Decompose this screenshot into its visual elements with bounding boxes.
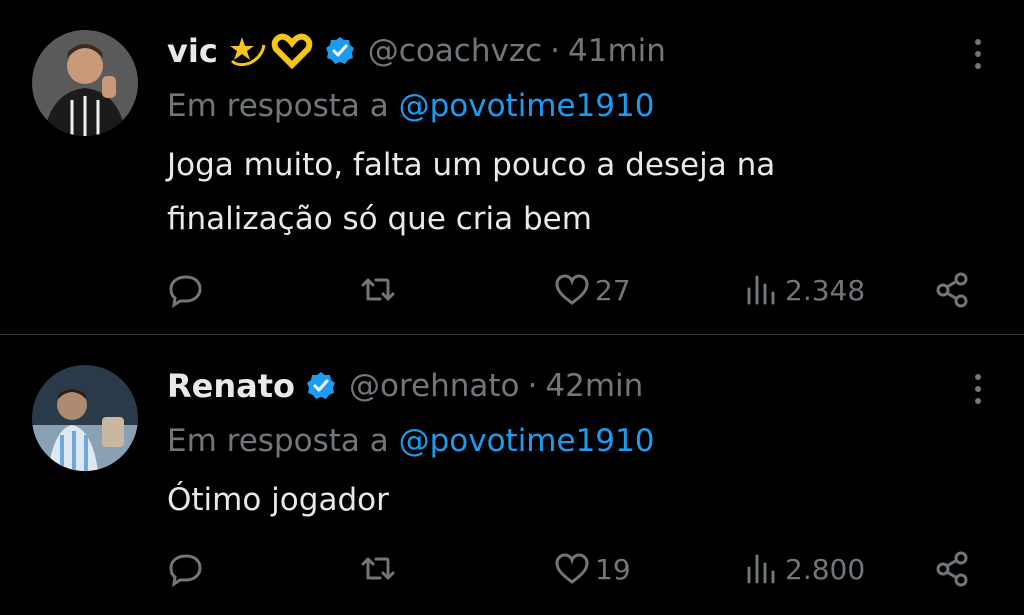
action-bar: 27 2.348: [167, 268, 987, 312]
reply-button[interactable]: [167, 271, 205, 309]
reply-context: Em resposta a @povotime1910: [167, 419, 984, 463]
heart-hands-icon: [271, 33, 313, 70]
tweet-text: Ótimo jogador: [167, 473, 984, 527]
reply-icon: [169, 554, 202, 588]
separator-dot: ·: [527, 368, 538, 404]
dizzy-star-icon: [229, 37, 266, 67]
like-button[interactable]: 27: [553, 271, 631, 309]
reply-button[interactable]: [167, 550, 205, 588]
share-icon: [936, 551, 968, 587]
more-icon[interactable]: [970, 371, 986, 407]
tweet-text: Joga muito, falta um pouco a deseja na f…: [167, 138, 984, 246]
tweet-text-line: Ótimo jogador: [167, 482, 389, 518]
views-button[interactable]: 2.800: [743, 550, 865, 588]
display-name[interactable]: Renato: [167, 367, 295, 405]
more-icon[interactable]: [970, 36, 986, 72]
reply-mention-link[interactable]: @povotime1910: [399, 88, 655, 124]
verified-badge-icon: [307, 372, 335, 399]
tweet-text-line: finalização só que cria bem: [167, 201, 592, 237]
tweet-text-line: Joga muito, falta um pouco a deseja na: [167, 147, 776, 183]
action-bar: 19 2.800: [167, 547, 987, 591]
timestamp[interactable]: 41min: [568, 33, 666, 69]
display-name[interactable]: vic: [167, 32, 218, 70]
user-handle[interactable]: @coachvzc: [368, 33, 542, 69]
verified-badge-icon: [325, 37, 354, 64]
like-count: 19: [595, 552, 631, 586]
reply-icon: [169, 275, 202, 309]
reply-prefix: Em resposta a: [167, 423, 399, 459]
like-icon: [555, 274, 589, 305]
views-icon: [747, 554, 775, 584]
retweet-button[interactable]: [359, 271, 397, 309]
avatar[interactable]: [32, 30, 138, 136]
like-button[interactable]: 19: [553, 550, 631, 588]
user-handle[interactable]: @orehnato: [349, 368, 520, 404]
separator-dot: ·: [550, 33, 561, 69]
avatar[interactable]: [32, 365, 138, 471]
views-button[interactable]: 2.348: [743, 271, 865, 309]
tweet[interactable]: Renato @orehnato · 42min Em resposta a @…: [0, 334, 1024, 615]
tweet[interactable]: vic @coachvzc · 41min Em resposta a @pov…: [0, 0, 1024, 334]
retweet-icon: [361, 278, 395, 301]
timestamp[interactable]: 42min: [545, 368, 643, 404]
views-icon: [747, 275, 775, 305]
reply-mention-link[interactable]: @povotime1910: [399, 423, 655, 459]
share-button[interactable]: [933, 550, 971, 588]
retweet-button[interactable]: [359, 550, 397, 588]
retweet-icon: [361, 557, 395, 580]
reply-prefix: Em resposta a: [167, 88, 399, 124]
views-count: 2.348: [785, 273, 866, 307]
like-count: 27: [595, 273, 631, 307]
name-emoji: [228, 31, 314, 71]
share-icon: [936, 272, 968, 308]
reply-context: Em resposta a @povotime1910: [167, 84, 984, 128]
like-icon: [555, 553, 589, 584]
share-button[interactable]: [933, 271, 971, 309]
views-count: 2.800: [785, 552, 866, 586]
